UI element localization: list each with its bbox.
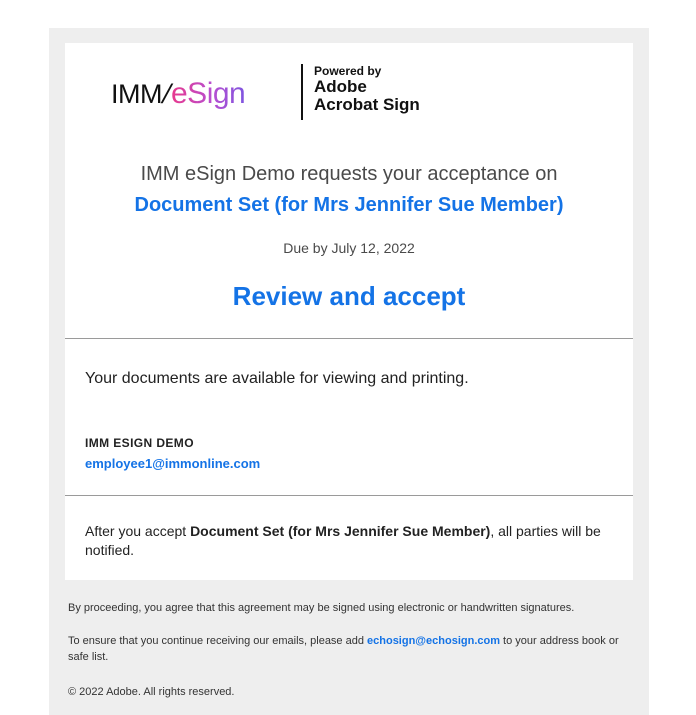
sender-email-link[interactable]: employee1@immonline.com xyxy=(85,456,260,471)
divider xyxy=(65,338,633,339)
agreement-notice: By proceeding, you agree that this agree… xyxy=(68,602,575,614)
adobe-label: Adobe xyxy=(314,76,367,96)
after-document-name: Document Set (for Mrs Jennifer Sue Membe… xyxy=(190,523,491,539)
logo-esign-text: eSign xyxy=(171,77,246,110)
acrobat-sign-label: Acrobat Sign xyxy=(314,95,420,115)
after-accept-text: After you accept Document Set (for Mrs J… xyxy=(85,522,605,560)
powered-by-label: Powered by xyxy=(314,64,382,78)
review-and-accept-link[interactable]: Review and accept xyxy=(65,281,633,312)
logo-divider xyxy=(301,64,303,120)
safe-list-prefix: To ensure that you continue receiving ou… xyxy=(68,635,368,647)
email-card: IMM/eSign Powered by Adobe Acrobat Sign … xyxy=(65,43,633,580)
request-text: IMM eSign Demo requests your acceptance … xyxy=(140,163,558,185)
due-date: Due by July 12, 2022 xyxy=(283,240,415,256)
divider xyxy=(65,495,633,496)
powered-by-adobe: Powered by Adobe Acrobat Sign xyxy=(314,65,420,115)
after-prefix: After you accept xyxy=(85,523,191,539)
email-container: IMM/eSign Powered by Adobe Acrobat Sign … xyxy=(49,28,649,715)
logo-imm-text: IMM xyxy=(111,79,162,109)
safe-list-notice: To ensure that you continue receiving ou… xyxy=(68,633,633,665)
sender-name: IMM ESIGN DEMO xyxy=(85,436,194,450)
imm-esign-logo: IMM/eSign xyxy=(111,76,246,112)
copyright: © 2022 Adobe. All rights reserved. xyxy=(68,686,235,698)
logo-header: IMM/eSign Powered by Adobe Acrobat Sign xyxy=(65,64,633,124)
documents-available-text: Your documents are available for viewing… xyxy=(85,370,469,387)
document-set-link[interactable]: Document Set (for Mrs Jennifer Sue Membe… xyxy=(65,194,633,217)
echosign-email-link[interactable]: echosign@echosign.com xyxy=(367,635,500,647)
